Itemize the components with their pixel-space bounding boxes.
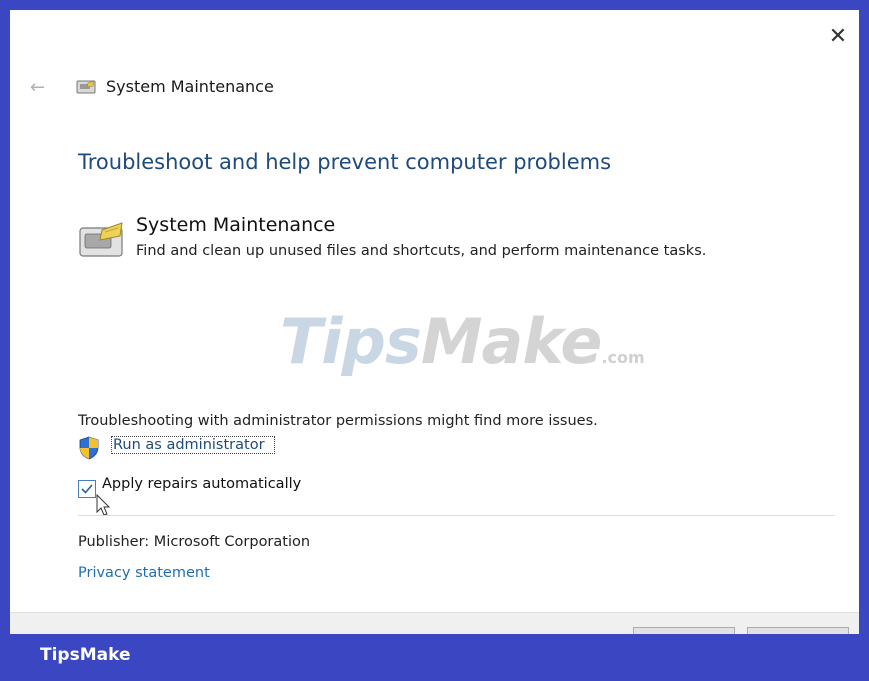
dialog-footer xyxy=(10,612,859,634)
publisher-text: Publisher: Microsoft Corporation xyxy=(78,534,311,550)
back-arrow-icon[interactable]: ← xyxy=(30,78,50,98)
system-maintenance-icon xyxy=(76,80,96,94)
privacy-statement-link[interactable]: Privacy statement xyxy=(78,565,210,581)
system-maintenance-icon xyxy=(79,222,123,257)
apply-repairs-label[interactable]: Apply repairs automatically xyxy=(102,476,301,492)
run-as-administrator-link[interactable]: Run as administrator xyxy=(111,436,275,454)
brand-label: TipsMake xyxy=(40,645,131,665)
divider xyxy=(78,515,835,516)
watermark-part-com: .com xyxy=(601,348,645,367)
uac-shield-icon xyxy=(79,436,99,460)
watermark-part-tips: Tips xyxy=(280,305,422,378)
tool-description: Find and clean up unused files and short… xyxy=(136,243,707,259)
watermark-logo: TipsMake.com xyxy=(280,305,645,378)
cancel-button[interactable] xyxy=(747,627,849,634)
close-icon[interactable]: ✕ xyxy=(827,26,849,48)
apply-repairs-checkbox[interactable] xyxy=(78,480,96,498)
next-button[interactable] xyxy=(633,627,735,634)
watermark-part-make: Make xyxy=(420,305,603,378)
breadcrumb-title: System Maintenance xyxy=(106,77,274,96)
page-title: Troubleshoot and help prevent computer p… xyxy=(78,150,612,174)
troubleshooter-dialog: ✕ ← System Maintenance Troubleshoot and … xyxy=(10,10,859,634)
admin-note: Troubleshooting with administrator permi… xyxy=(78,413,598,429)
tool-name: System Maintenance xyxy=(136,214,336,236)
checkmark-icon xyxy=(81,484,93,494)
